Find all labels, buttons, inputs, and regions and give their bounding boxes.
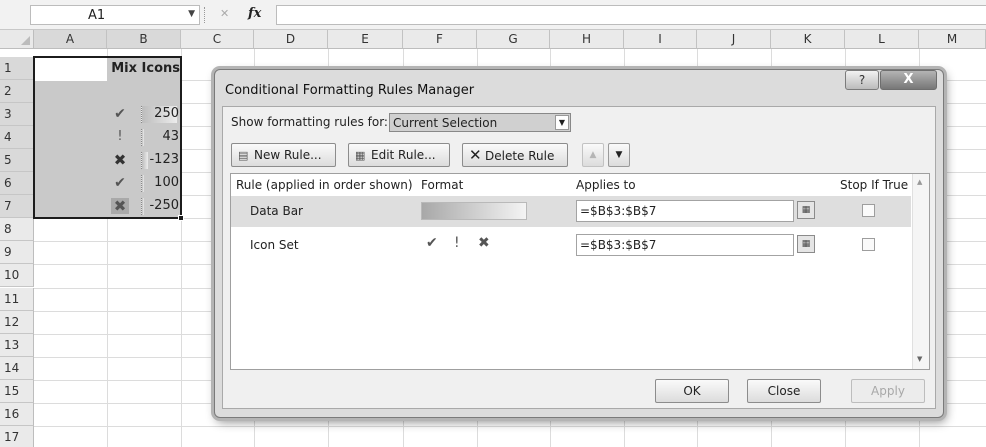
select-all-button[interactable] — [0, 30, 34, 49]
row-header-1[interactable]: 1 — [0, 57, 34, 80]
name-box[interactable]: A1 ▼ — [30, 5, 200, 25]
new-rule-label: New Rule... — [254, 148, 322, 162]
row-header-2[interactable]: 2 — [0, 80, 34, 104]
row-header-10[interactable]: 10 — [0, 264, 34, 288]
applies-to-field[interactable]: =$B$3:$B$7 — [576, 234, 794, 256]
dialog-body: Show formatting rules for: Current Selec… — [222, 106, 936, 409]
row-header-15[interactable]: 15 — [0, 379, 34, 403]
column-header-d[interactable]: D — [254, 30, 328, 49]
show-rules-value: Current Selection — [393, 116, 498, 130]
rule-name: Data Bar — [250, 204, 303, 218]
column-header-k[interactable]: K — [771, 30, 845, 49]
column-header-j[interactable]: J — [697, 30, 771, 49]
apply-button[interactable]: Apply — [851, 379, 925, 403]
exclamation-icon: ! — [454, 235, 460, 251]
col-header-stop-if-true: Stop If True — [840, 178, 909, 192]
show-rules-dropdown[interactable]: Current Selection ▼ — [389, 113, 571, 132]
formula-input[interactable] — [276, 5, 986, 25]
scroll-down-icon[interactable]: ▼ — [917, 355, 922, 363]
row-header-3[interactable]: 3 — [0, 103, 34, 127]
range-picker-icon[interactable]: ▦ — [797, 235, 815, 253]
edit-rule-icon: ▦ — [355, 149, 366, 162]
row-header-17[interactable]: 17 — [0, 425, 34, 447]
ok-button[interactable]: OK — [655, 379, 729, 403]
scroll-up-icon[interactable]: ▲ — [917, 178, 922, 186]
conditional-formatting-rules-manager-dialog: Conditional Formatting Rules Manager ? X… — [214, 69, 944, 418]
cancel-entry-icon[interactable]: ✕ — [220, 7, 229, 20]
applies-to-field[interactable]: =$B$3:$B$7 — [576, 200, 794, 222]
column-header-c[interactable]: C — [181, 30, 254, 49]
move-up-button[interactable]: ▲ — [582, 143, 604, 167]
delete-x-icon: ✕ — [469, 146, 482, 164]
column-header-b[interactable]: B — [107, 30, 181, 49]
name-box-value: A1 — [88, 8, 106, 23]
cross-icon: ✖ — [478, 235, 490, 251]
row-header-4[interactable]: 4 — [0, 126, 34, 150]
grid-row-line — [34, 425, 986, 427]
column-header-h[interactable]: H — [550, 30, 624, 49]
row-header-7[interactable]: 7 — [0, 195, 34, 219]
stop-if-true-checkbox[interactable] — [862, 238, 875, 251]
col-header-format: Format — [421, 178, 464, 192]
row-header-5[interactable]: 5 — [0, 149, 34, 173]
close-button[interactable]: Close — [747, 379, 821, 403]
delete-rule-label: Delete Rule — [485, 149, 555, 163]
formula-bar: A1 ▼ ✕ fx — [0, 0, 986, 30]
edit-rule-label: Edit Rule... — [371, 148, 436, 162]
row-header-14[interactable]: 14 — [0, 356, 34, 380]
delete-rule-button[interactable]: ✕ Delete Rule — [462, 143, 568, 167]
column-header-g[interactable]: G — [477, 30, 550, 49]
name-box-dropdown-icon[interactable]: ▼ — [188, 9, 195, 19]
selection-border — [33, 56, 182, 219]
rule-row-data-bar[interactable]: Data Bar =$B$3:$B$7 ▦ — [231, 196, 911, 227]
stop-if-true-checkbox[interactable] — [862, 204, 875, 217]
insert-function-button[interactable]: fx — [248, 6, 261, 21]
check-icon: ✔ — [426, 235, 438, 251]
column-header-a[interactable]: A — [34, 30, 107, 49]
column-header-i[interactable]: I — [624, 30, 697, 49]
row-header-16[interactable]: 16 — [0, 402, 34, 426]
rules-list: Rule (applied in order shown) Format App… — [230, 173, 930, 370]
row-header-13[interactable]: 13 — [0, 333, 34, 357]
column-header-m[interactable]: M — [919, 30, 986, 49]
show-rules-label: Show formatting rules for: — [231, 115, 388, 129]
data-bar-format-preview — [421, 202, 527, 220]
column-header-l[interactable]: L — [845, 30, 919, 49]
rules-scrollbar[interactable]: ▲ ▼ — [912, 174, 929, 369]
range-picker-icon[interactable]: ▦ — [797, 201, 815, 219]
rule-name: Icon Set — [250, 238, 299, 252]
col-header-rule: Rule (applied in order shown) — [236, 178, 413, 192]
new-rule-icon: ▤ — [238, 149, 249, 162]
dialog-window-controls: ? X — [845, 70, 937, 90]
column-header-f[interactable]: F — [403, 30, 477, 49]
row-header-8[interactable]: 8 — [0, 218, 34, 242]
formula-bar-grip[interactable] — [204, 7, 207, 23]
formula-controls: ✕ fx — [204, 5, 268, 25]
dialog-close-button[interactable]: X — [880, 70, 937, 90]
row-header-11[interactable]: 11 — [0, 287, 34, 311]
row-header-9[interactable]: 9 — [0, 241, 34, 265]
column-header-e[interactable]: E — [328, 30, 403, 49]
rule-row-icon-set[interactable]: Icon Set ✔ ! ✖ =$B$3:$B$7 ▦ — [231, 230, 911, 261]
move-down-button[interactable]: ▼ — [608, 143, 630, 167]
help-button[interactable]: ? — [845, 70, 879, 90]
new-rule-button[interactable]: ▤ New Rule... — [231, 143, 336, 167]
row-header-12[interactable]: 12 — [0, 310, 34, 334]
row-header-6[interactable]: 6 — [0, 172, 34, 196]
chevron-down-icon[interactable]: ▼ — [555, 115, 569, 130]
dialog-title: Conditional Formatting Rules Manager — [225, 83, 475, 98]
col-header-applies-to: Applies to — [576, 178, 636, 192]
edit-rule-button[interactable]: ▦ Edit Rule... — [348, 143, 450, 167]
select-all-triangle-icon — [21, 36, 30, 45]
fill-handle[interactable] — [178, 215, 184, 221]
